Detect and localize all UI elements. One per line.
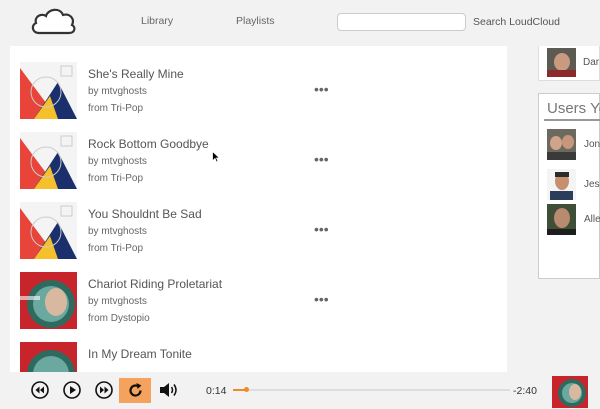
- avatar[interactable]: [547, 48, 576, 77]
- track-title[interactable]: Rock Bottom Goodbye: [88, 137, 209, 151]
- users-heading: Users Yo: [544, 97, 600, 121]
- album-art-tri-pop[interactable]: [20, 202, 77, 259]
- avatar[interactable]: [547, 169, 576, 200]
- track-row[interactable]: You Shouldnt Be Sad by mtvghosts from Tr…: [10, 202, 507, 262]
- nav-library-link[interactable]: Library: [141, 15, 173, 27]
- track-list[interactable]: She's Really Mine by mtvghosts from Tri-…: [10, 46, 507, 372]
- next-track-icon[interactable]: [95, 381, 113, 399]
- album-art-tri-pop[interactable]: [20, 62, 77, 119]
- track-artist[interactable]: by mtvghosts: [88, 226, 147, 237]
- users-box: Users Yo Jon Jess: [538, 93, 600, 279]
- volume-icon[interactable]: [159, 381, 179, 399]
- user-row[interactable]: Jess: [545, 169, 600, 203]
- track-album[interactable]: from Tri-Pop: [88, 173, 143, 184]
- avatar[interactable]: [547, 129, 576, 160]
- user-name[interactable]: Jon: [584, 139, 600, 150]
- track-artist[interactable]: by mtvghosts: [88, 86, 147, 97]
- track-row[interactable]: Rock Bottom Goodbye by mtvghosts from Tr…: [10, 132, 507, 192]
- track-row[interactable]: In My Dream Tonite: [10, 342, 507, 372]
- album-art-tri-pop[interactable]: [20, 132, 77, 189]
- track-album[interactable]: from Tri-Pop: [88, 243, 143, 254]
- track-row[interactable]: She's Really Mine by mtvghosts from Tri-…: [10, 62, 507, 122]
- friend-name[interactable]: Dar: [583, 57, 599, 68]
- play-icon[interactable]: [63, 381, 81, 399]
- more-options-icon[interactable]: •••: [314, 292, 329, 306]
- track-row[interactable]: Chariot Riding Proletariat by mtvghosts …: [10, 272, 507, 332]
- user-name[interactable]: Alle: [584, 214, 600, 225]
- track-artist[interactable]: by mtvghosts: [88, 156, 147, 167]
- track-title[interactable]: You Shouldnt Be Sad: [88, 207, 202, 221]
- track-album[interactable]: from Tri-Pop: [88, 103, 143, 114]
- elapsed-time: 0:14: [206, 385, 227, 397]
- album-art-dystopio[interactable]: [20, 342, 77, 372]
- now-playing-album-art[interactable]: [552, 376, 588, 408]
- user-name[interactable]: Jess: [584, 179, 600, 190]
- more-options-icon[interactable]: •••: [314, 82, 329, 96]
- more-options-icon[interactable]: •••: [314, 152, 329, 166]
- more-options-icon[interactable]: •••: [314, 222, 329, 236]
- previous-track-icon[interactable]: [31, 381, 49, 399]
- progress-handle[interactable]: [244, 387, 250, 392]
- user-row[interactable]: Jon: [545, 129, 600, 163]
- search-input[interactable]: [337, 13, 466, 31]
- search-button[interactable]: Search LoudCloud: [473, 16, 560, 28]
- track-title[interactable]: Chariot Riding Proletariat: [88, 277, 222, 291]
- player-bar: 0:14 -2:40: [0, 372, 600, 409]
- nav-playlists-link[interactable]: Playlists: [236, 15, 275, 27]
- track-artist[interactable]: by mtvghosts: [88, 296, 147, 307]
- album-art-dystopio[interactable]: [20, 272, 77, 329]
- top-header: Library Playlists Search LoudCloud: [0, 0, 600, 46]
- user-row[interactable]: Alle: [545, 204, 600, 238]
- progress-bar[interactable]: [233, 387, 510, 392]
- mouse-cursor-icon: [212, 151, 220, 163]
- avatar[interactable]: [547, 204, 576, 235]
- friends-panel: Dar Users Yo Jon: [507, 46, 600, 372]
- repeat-icon: [129, 383, 142, 397]
- track-album[interactable]: from Dystopio: [88, 313, 150, 324]
- track-title[interactable]: In My Dream Tonite: [88, 347, 192, 361]
- friend-card[interactable]: Dar: [538, 46, 600, 81]
- cloud-logo-icon[interactable]: [29, 6, 77, 36]
- repeat-button[interactable]: [119, 378, 151, 403]
- track-title[interactable]: She's Really Mine: [88, 67, 184, 81]
- remaining-time: -2:40: [513, 385, 537, 397]
